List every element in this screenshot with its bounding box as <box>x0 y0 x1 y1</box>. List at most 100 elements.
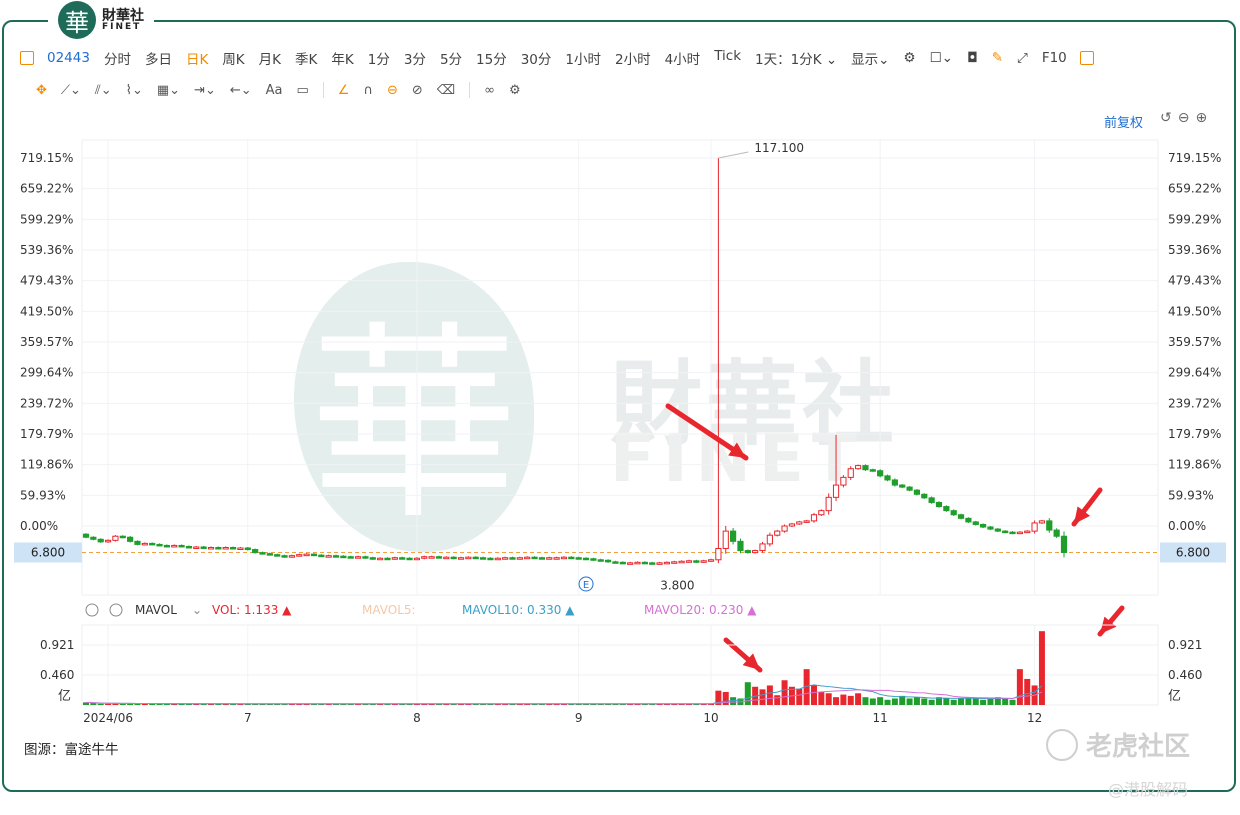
volume-bar <box>1016 669 1023 705</box>
candle-body <box>796 521 803 525</box>
volume-bar <box>913 697 920 705</box>
volume-bar <box>987 698 994 705</box>
candle-body <box>340 555 347 559</box>
volume-bar <box>1024 678 1031 705</box>
volume-bar <box>862 697 869 705</box>
candle-body <box>972 521 979 525</box>
candle-body <box>465 556 472 560</box>
price-axis-label-right: 359.57% <box>1168 335 1221 349</box>
price-axis-label-right: 539.36% <box>1168 243 1221 257</box>
candle-body <box>582 557 590 561</box>
candle-body <box>325 555 332 558</box>
candle-body <box>957 514 965 519</box>
last-price-label-left: 6.800 <box>31 545 65 559</box>
candle-body <box>715 548 722 561</box>
candle-body <box>229 546 237 550</box>
candle-body <box>149 542 156 546</box>
price-axis-label-right: 239.72% <box>1168 396 1221 410</box>
price-axis-label-right: 479.43% <box>1168 274 1221 288</box>
candle-body <box>178 544 185 548</box>
candlestick-chart[interactable]: 719.15% 719.15% 659.22% 659.22% 599.29% 599.2… <box>0 0 1240 815</box>
volume-bar <box>847 695 854 705</box>
mavol5-value: MAVOL5: <box>362 603 416 617</box>
candle-body <box>774 530 781 536</box>
candle-body <box>127 536 134 542</box>
last-price-label-right: 6.800 <box>1176 545 1210 559</box>
candle-body <box>913 489 921 495</box>
candle-body <box>524 556 531 560</box>
candle-body <box>590 558 597 561</box>
candle-body <box>729 530 737 542</box>
candle-body <box>663 561 671 565</box>
volume-bar <box>774 695 781 705</box>
author-credit: @港股解码 <box>1108 780 1189 799</box>
candle-body <box>141 542 148 546</box>
candle-body <box>406 557 413 561</box>
volume-bar <box>958 698 965 705</box>
candle-body <box>707 559 715 562</box>
candle-body <box>1024 530 1031 534</box>
candle-body <box>568 556 575 560</box>
candle-body <box>443 556 450 560</box>
volume-indicator-name: MAVOL <box>135 603 177 617</box>
candle-body <box>693 560 700 563</box>
volume-close-icon <box>109 603 123 617</box>
volume-axis-label-right: 0.921 <box>1168 638 1202 652</box>
price-axis-label-right: 0.00% <box>1168 519 1206 533</box>
candle-body <box>1009 531 1016 535</box>
candle-body <box>1046 520 1053 531</box>
candle-body <box>509 557 516 560</box>
candle-body <box>546 557 553 560</box>
candle-body <box>538 557 546 560</box>
candle-body <box>899 484 906 488</box>
volume-value: VOL: 1.133 ▲ <box>212 603 292 617</box>
candle-body <box>935 501 943 508</box>
candle-body <box>1038 520 1046 524</box>
candle-body <box>575 557 582 560</box>
price-axis-label-left: 0.00% <box>20 519 58 533</box>
candle-body <box>877 470 884 477</box>
volume-axis-label-left: 0.921 <box>40 638 74 652</box>
candle-body <box>1053 529 1060 537</box>
price-axis-label-left: 239.72% <box>20 396 73 410</box>
candle-body <box>119 535 126 539</box>
volume-bar <box>781 680 788 705</box>
price-axis-label-right: 299.64% <box>1168 366 1221 380</box>
volume-bar <box>112 703 119 705</box>
candle-body <box>112 535 119 541</box>
candle-body <box>377 557 384 561</box>
candle-body <box>810 514 818 522</box>
price-axis-label-left: 599.29% <box>20 212 73 226</box>
candle-body <box>384 557 391 561</box>
volume-bar <box>884 699 891 705</box>
price-axis-label-left: 119.86% <box>20 458 73 472</box>
candle-body <box>627 562 634 565</box>
volume-bar <box>950 699 957 705</box>
volume-bar <box>833 697 840 705</box>
volume-bar <box>825 693 832 705</box>
volume-axis-label-right: 0.460 <box>1168 668 1202 682</box>
candle-body <box>266 553 273 556</box>
candle-body <box>516 557 523 560</box>
candle-body <box>965 517 972 523</box>
candle-body <box>619 561 626 565</box>
time-axis-label: 8 <box>413 711 421 725</box>
candle-body <box>869 469 876 472</box>
candle-body <box>274 554 281 557</box>
volume-axis-label-left: 0.460 <box>40 668 74 682</box>
candle-body <box>906 486 913 491</box>
price-axis-label-right: 659.22% <box>1168 182 1221 196</box>
price-axis-label-left: 359.57% <box>20 335 73 349</box>
candle-body <box>428 556 435 559</box>
time-axis-label: 2024/06 <box>83 711 133 725</box>
price-axis-label-left: 59.93% <box>20 488 66 502</box>
candle-body <box>921 493 928 499</box>
time-axis-label: 12 <box>1027 711 1042 725</box>
candle-body <box>450 556 457 560</box>
price-axis-label-left: 719.15% <box>20 151 73 165</box>
candle-body <box>766 534 773 545</box>
candle-body <box>862 465 869 471</box>
candle-body <box>163 544 170 548</box>
candle-body <box>193 546 200 549</box>
candle-body <box>994 528 1001 532</box>
